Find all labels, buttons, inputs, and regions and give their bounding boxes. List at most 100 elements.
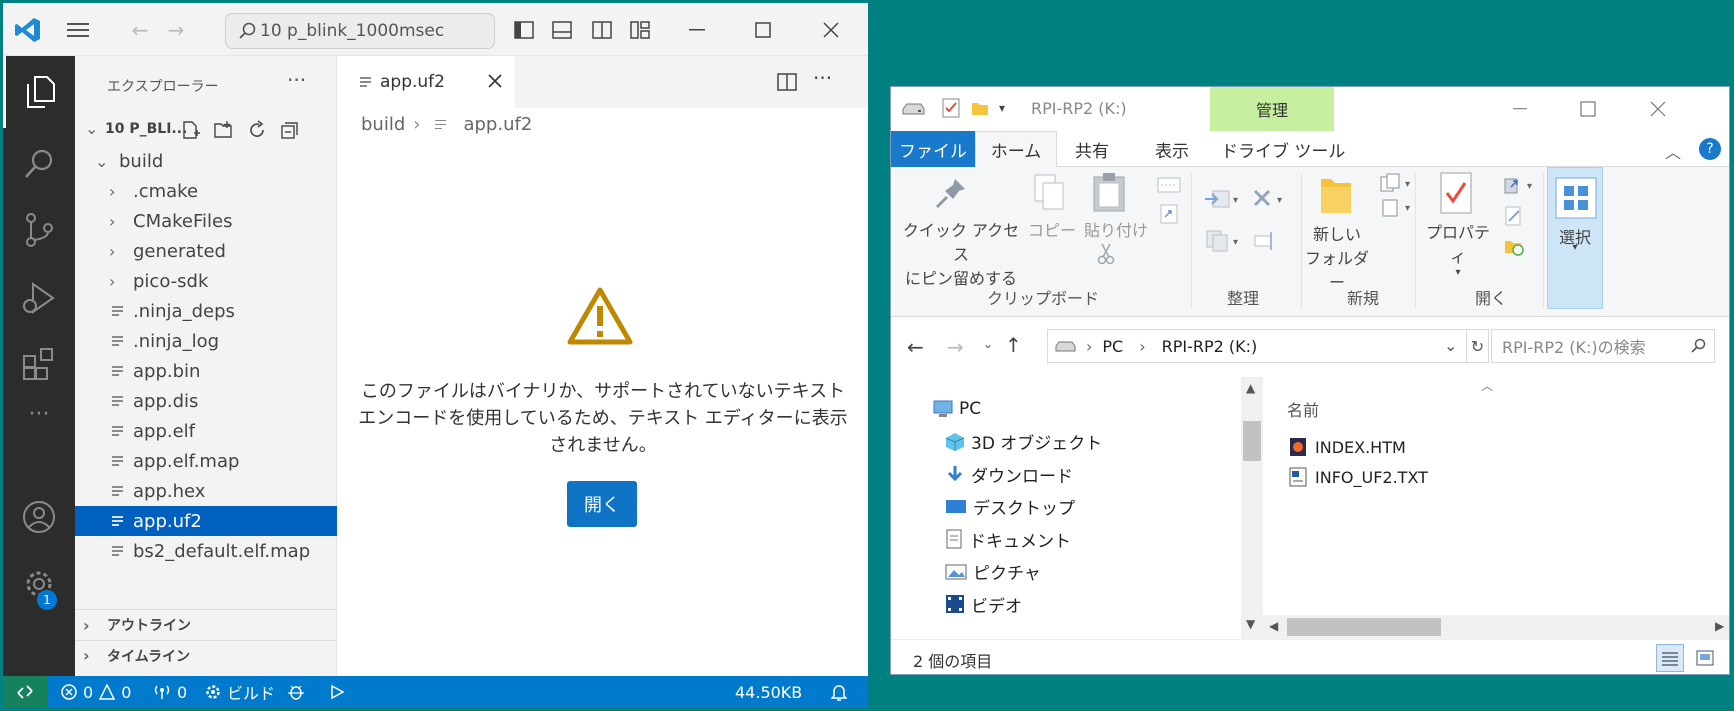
tree-folder[interactable]: › CMakeFiles <box>75 206 337 236</box>
settings-gear-icon[interactable]: 1 <box>3 548 75 620</box>
command-center-search[interactable]: 10 p_blink_1000msec <box>225 13 495 49</box>
address-drive[interactable]: RPI-RP2 (K:) <box>1162 337 1258 356</box>
copy-to-icon[interactable]: ▾ <box>1203 229 1241 253</box>
search-box[interactable]: RPI-RP2 (K:)の検索 <box>1491 329 1715 363</box>
details-view-icon[interactable] <box>1656 644 1684 672</box>
properties-quick-icon[interactable] <box>941 97 961 119</box>
breadcrumb-build[interactable]: build <box>361 114 405 135</box>
editor-more-icon[interactable]: ··· <box>813 66 832 90</box>
tree-file[interactable]: .ninja_log <box>75 326 337 356</box>
customize-layout-icon[interactable] <box>627 17 653 43</box>
outline-section-header[interactable]: › アウトライン <box>75 610 337 640</box>
tree-file[interactable]: app.hex <box>75 476 337 506</box>
tree-file[interactable]: app.elf <box>75 416 337 446</box>
back-icon[interactable]: ← <box>907 335 924 359</box>
tree-file[interactable]: .ninja_deps <box>75 296 337 326</box>
tab-file[interactable]: ファイル <box>891 131 975 167</box>
paste-button[interactable]: 貼り付け <box>1083 217 1149 241</box>
back-arrow-icon[interactable]: ← <box>125 13 155 47</box>
address-dropdown-icon[interactable]: ⌄ <box>1444 336 1457 355</box>
edit-icon[interactable] <box>1503 205 1525 227</box>
copy-path-icon[interactable] <box>1157 177 1181 193</box>
collapse-ribbon-icon[interactable]: ︿ <box>1665 139 1681 163</box>
toggle-panel-icon[interactable] <box>549 17 575 43</box>
tree-file[interactable]: app.dis <box>75 386 337 416</box>
tree-file[interactable]: app.elf.map <box>75 446 337 476</box>
delete-icon[interactable]: ▾ <box>1251 187 1289 211</box>
pin-to-quick-access-button[interactable]: クイック アクセス にピン留めする <box>899 217 1023 289</box>
forward-icon[interactable]: → <box>947 335 964 359</box>
sidebar-more-icon[interactable]: ··· <box>287 68 306 92</box>
toggle-secondary-sidebar-icon[interactable] <box>589 17 615 43</box>
tree-file[interactable]: app.bin <box>75 356 337 386</box>
new-folder-button[interactable]: 新しい フォルダー <box>1305 221 1369 293</box>
new-folder-quick-icon[interactable] <box>971 99 989 117</box>
ports-indicator[interactable]: 0 <box>153 676 187 708</box>
column-header-name[interactable]: 名前 <box>1287 397 1319 421</box>
rename-icon[interactable] <box>1253 229 1277 253</box>
search-view-icon[interactable] <box>3 128 75 200</box>
scroll-left-icon[interactable]: ◀ <box>1269 619 1278 633</box>
tree-folder[interactable]: ⌄ build <box>75 146 337 176</box>
workspace-folder-header[interactable]: ⌄ 10 P_BLI... <box>75 112 337 145</box>
tab-drive-tools[interactable]: ドライブ ツール <box>1221 131 1345 167</box>
easy-access-icon[interactable]: ▾ <box>1379 197 1415 219</box>
explorer-maximize-button[interactable] <box>1563 95 1613 123</box>
scroll-up-icon[interactable]: ▲ <box>1246 381 1255 395</box>
tab-view[interactable]: 表示 <box>1155 131 1189 167</box>
menu-icon[interactable] <box>61 13 95 47</box>
paste-shortcut-icon[interactable] <box>1159 203 1179 225</box>
quick-access-dropdown-icon[interactable]: ▾ <box>999 101 1005 115</box>
scroll-down-icon[interactable]: ▼ <box>1246 617 1255 631</box>
cut-icon[interactable] <box>1097 243 1115 265</box>
breadcrumb-file[interactable]: app.uf2 <box>463 114 532 135</box>
collapse-all-icon[interactable] <box>279 120 299 140</box>
close-button[interactable] <box>809 13 853 47</box>
select-button[interactable]: 選択 ▾ <box>1547 167 1603 309</box>
nav-item[interactable]: デスクトップ <box>945 491 1075 523</box>
problems-indicator[interactable]: 0 0 <box>61 676 131 708</box>
toggle-primary-sidebar-icon[interactable] <box>511 17 537 43</box>
timeline-section-header[interactable]: › タイムライン <box>75 640 337 670</box>
scroll-right-icon[interactable]: ▶ <box>1715 619 1724 633</box>
build-button[interactable]: ビルド <box>205 676 275 708</box>
horizontal-scrollbar[interactable]: ◀ ▶ <box>1263 615 1729 639</box>
tab-close-icon[interactable] <box>487 73 503 89</box>
explorer-close-button[interactable] <box>1633 95 1683 123</box>
new-file-icon[interactable] <box>181 120 201 140</box>
tree-file[interactable]: bs2_default.elf.map <box>75 536 337 566</box>
open-anyway-button[interactable]: 開く <box>567 481 637 527</box>
refresh-icon[interactable]: ↻ <box>1467 329 1489 363</box>
nav-item[interactable]: 3D オブジェクト <box>945 426 1102 458</box>
recent-locations-icon[interactable]: ⌄ <box>983 337 993 351</box>
tab-home[interactable]: ホーム <box>975 131 1057 167</box>
tab-share[interactable]: 共有 <box>1075 131 1109 167</box>
new-folder-icon[interactable] <box>213 120 235 140</box>
tree-folder[interactable]: › .cmake <box>75 176 337 206</box>
move-to-icon[interactable]: ▾ <box>1203 187 1241 211</box>
tab-app-uf2[interactable]: app.uf2 <box>337 56 515 108</box>
debug-bug-icon[interactable] <box>287 676 305 708</box>
forward-arrow-icon[interactable]: → <box>161 13 191 47</box>
address-pc[interactable]: PC <box>1102 337 1123 356</box>
tree-folder[interactable]: › pico-sdk <box>75 266 337 296</box>
remote-icon[interactable] <box>3 676 47 708</box>
minimize-button[interactable] <box>675 13 719 47</box>
up-icon[interactable]: ↑ <box>1005 333 1022 357</box>
horizontal-scroll-thumb[interactable] <box>1287 618 1441 636</box>
tree-folder[interactable]: › generated <box>75 236 337 266</box>
history-icon[interactable] <box>1503 235 1525 257</box>
split-editor-icon[interactable] <box>777 72 797 92</box>
scroll-thumb[interactable] <box>1243 421 1261 461</box>
help-icon[interactable]: ? <box>1699 138 1721 160</box>
address-bar[interactable]: › PC › RPI-RP2 (K:) ⌄ <box>1047 329 1467 363</box>
nav-item[interactable]: ピクチャ <box>945 556 1041 588</box>
new-item-icon[interactable]: ▾ <box>1379 173 1415 195</box>
refresh-icon[interactable] <box>247 120 267 140</box>
run-debug-icon[interactable] <box>3 262 75 334</box>
explorer-icon[interactable] <box>3 56 75 128</box>
large-icons-view-icon[interactable] <box>1691 644 1719 672</box>
notifications-bell-icon[interactable] <box>831 676 847 708</box>
file-row-info[interactable]: INFO_UF2.TXT <box>1289 467 1428 487</box>
nav-item[interactable]: ビデオ <box>945 588 1022 620</box>
